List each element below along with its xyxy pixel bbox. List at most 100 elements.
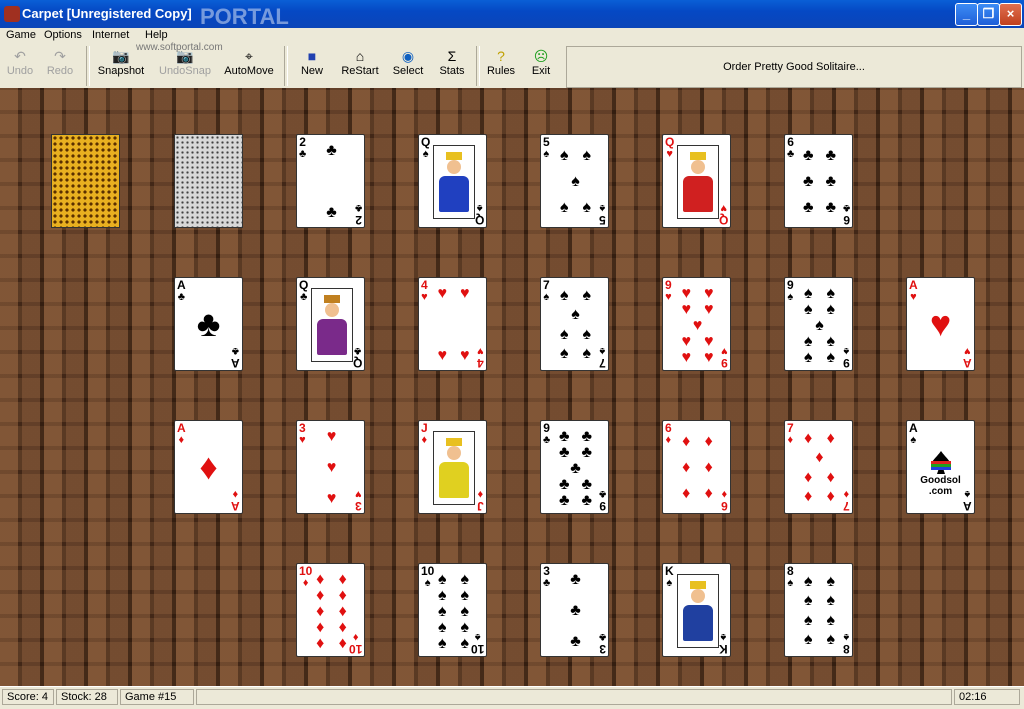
- close-button[interactable]: ×: [999, 3, 1022, 26]
- minimize-button[interactable]: _: [955, 3, 978, 26]
- undosnap-label: UndoSnap: [159, 65, 211, 77]
- menu-help[interactable]: Help: [145, 29, 168, 41]
- card-rank: 2: [355, 213, 362, 227]
- card-rank: 9: [599, 499, 606, 513]
- card[interactable]: 6 ♣ ♣ ♣ ♣ ♣ ♣ ♣ 6 ♣: [784, 134, 853, 228]
- order-button[interactable]: Order Pretty Good Solitaire...: [566, 46, 1022, 88]
- select-label: Select: [392, 65, 424, 77]
- stock-pile[interactable]: [51, 134, 120, 228]
- card-rank: 7: [599, 356, 606, 370]
- card[interactable]: 5 ♠ ♠ ♠ ♠ ♠ ♠ 5 ♠: [540, 134, 609, 228]
- card-rank: 3: [355, 499, 362, 513]
- undo-button[interactable]: ↶ Undo: [4, 46, 36, 86]
- card-rank: 7: [543, 278, 550, 292]
- card-suit: ♠: [599, 202, 606, 214]
- maximize-button[interactable]: ❐: [977, 3, 1000, 26]
- toolbar-separator: [86, 46, 90, 86]
- card-rank: 8: [843, 642, 850, 656]
- card-rank: 9: [843, 356, 850, 370]
- automove-button[interactable]: ⌖ AutoMove: [222, 46, 276, 86]
- card-rank: 2: [299, 135, 306, 149]
- card[interactable]: 4 ♥ ♥ ♥ ♥ ♥ 4 ♥: [418, 277, 487, 371]
- card-suit: ♥: [910, 291, 917, 303]
- card[interactable]: Q ♥ Q ♥: [662, 134, 731, 228]
- card-deck-icon: ■: [307, 48, 317, 64]
- card[interactable]: 9 ♠ ♠ ♠ ♠ ♠ ♠ ♠ ♠ ♠ ♠ 9 ♠: [784, 277, 853, 371]
- card-rank: 6: [665, 421, 672, 435]
- timer-panel: 02:16: [954, 689, 1020, 705]
- card-suit: ♥: [666, 148, 673, 160]
- card-rank: A: [231, 499, 240, 513]
- card-suit: ♥: [721, 345, 728, 357]
- card[interactable]: 7 ♠ ♠ ♠ ♠ ♠ ♠ ♠ ♠ 7 ♠: [540, 277, 609, 371]
- card-suit: ♠: [422, 148, 429, 160]
- rules-label: Rules: [486, 65, 516, 77]
- card-rank: A: [963, 499, 972, 513]
- automove-icon: ⌖: [245, 48, 253, 64]
- waste-pile[interactable]: [174, 134, 243, 228]
- card[interactable]: 6 ♦ ♦ ♦ ♦ ♦ ♦ ♦ 6 ♦: [662, 420, 731, 514]
- select-button[interactable]: ◉ Select: [390, 46, 426, 86]
- card[interactable]: 2 ♣ ♣ ♣ 2 ♣: [296, 134, 365, 228]
- card-suit: ♠: [843, 631, 850, 643]
- card-suit: ♦: [787, 434, 794, 446]
- automove-label: AutoMove: [224, 65, 274, 77]
- card-suit: ♥: [421, 291, 428, 303]
- card-rank: A: [909, 421, 918, 435]
- card[interactable]: A ♦ ♦ A ♦: [174, 420, 243, 514]
- score-panel: Score: 4: [2, 689, 54, 705]
- card-suit: ♣: [598, 631, 606, 643]
- redo-button[interactable]: ↷ Redo: [44, 46, 76, 86]
- card-rank: 10: [470, 642, 484, 656]
- card[interactable]: 10 ♠ ♠ ♠ ♠ ♠ ♠ ♠ ♠ ♠ ♠ ♠ 10 ♠: [418, 563, 487, 657]
- card-rank: Q: [474, 213, 484, 227]
- card[interactable]: 7 ♦ ♦ ♦ ♦ ♦ ♦ ♦ ♦ 7 ♦: [784, 420, 853, 514]
- restart-button[interactable]: ⌂ ReStart: [338, 46, 382, 86]
- card[interactable]: 3 ♥ ♥ ♥ ♥ 3 ♥: [296, 420, 365, 514]
- card[interactable]: 10 ♦ ♦ ♦ ♦ ♦ ♦ ♦ ♦ ♦ ♦ ♦ 10 ♦: [296, 563, 365, 657]
- queen-portrait: [677, 145, 719, 219]
- card[interactable]: 9 ♥ ♥ ♥ ♥ ♥ ♥ ♥ ♥ ♥ ♥ 9 ♥: [662, 277, 731, 371]
- menu-game[interactable]: Game: [6, 29, 36, 41]
- toolbar-separator: [476, 46, 480, 86]
- rules-button[interactable]: ? Rules: [486, 46, 516, 86]
- card-suit: ♣: [353, 345, 361, 357]
- card-suit: ♠: [543, 148, 550, 160]
- card-suit: ♣: [543, 434, 551, 446]
- title-bar: Carpet [Unregistered Copy] PORTAL _ ❐ ×: [0, 0, 1024, 29]
- card-rank: 3: [543, 564, 550, 578]
- card[interactable]: A ♠ Goodsol .com A ♠: [906, 420, 975, 514]
- menu-internet[interactable]: Internet: [92, 29, 129, 41]
- card[interactable]: 3 ♣ ♣ ♣ ♣ 3 ♣: [540, 563, 609, 657]
- card-suit: ♥: [477, 345, 484, 357]
- card[interactable]: 9 ♣ ♣ ♣ ♣ ♣ ♣ ♣ ♣ ♣ ♣ 9 ♣: [540, 420, 609, 514]
- game-table: 2 ♣ ♣ ♣ 2 ♣ Q ♠ Q ♠ 5 ♠ ♠ ♠ ♠ ♠ ♠ 5 ♠ Q ♥ Q ♥ 6 ♣ ♣ ♣ ♣ ♣…: [0, 88, 1024, 686]
- menu-options[interactable]: Options: [44, 29, 82, 41]
- card-suit: ♠: [599, 345, 606, 357]
- card-rank: 4: [477, 356, 484, 370]
- card[interactable]: Q ♠ Q ♠: [418, 134, 487, 228]
- window-title: Carpet [Unregistered Copy]: [22, 6, 192, 21]
- card-rank: A: [177, 421, 186, 435]
- card-rank: 7: [843, 499, 850, 513]
- card[interactable]: J ♦ J ♦: [418, 420, 487, 514]
- card-suit: ♣: [299, 148, 307, 160]
- exit-button[interactable]: ☹ Exit: [526, 46, 556, 86]
- question-icon: ?: [497, 48, 505, 64]
- card[interactable]: K ♠ K ♠: [662, 563, 731, 657]
- card[interactable]: 8 ♠ ♠ ♠ ♠ ♠ ♠ ♠ ♠ ♠ 8 ♠: [784, 563, 853, 657]
- stats-button[interactable]: Σ Stats: [436, 46, 468, 86]
- card-rank: 9: [721, 356, 728, 370]
- card[interactable]: A ♥ ♥ A ♥: [906, 277, 975, 371]
- card-suit: ♠: [843, 345, 850, 357]
- spade-logo-icon: [930, 451, 951, 474]
- card-rank: A: [963, 356, 972, 370]
- card-suit: ♠: [787, 577, 794, 589]
- card[interactable]: Q ♣ Q ♣: [296, 277, 365, 371]
- goodsol-text: Goodsol: [920, 475, 961, 486]
- card[interactable]: A ♣ ♣ A ♣: [174, 277, 243, 371]
- jack-portrait: [433, 431, 475, 505]
- new-button[interactable]: ■ New: [296, 46, 328, 86]
- card-suit: ♠: [666, 577, 673, 589]
- card-rank: A: [231, 356, 240, 370]
